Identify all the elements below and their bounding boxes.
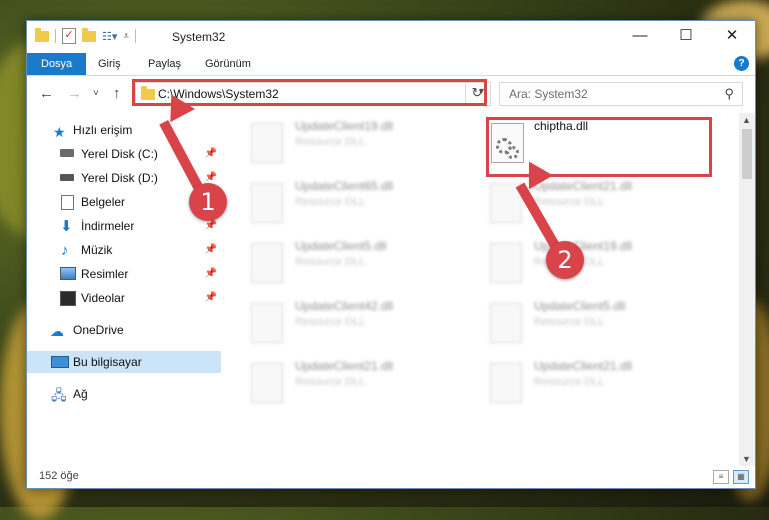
dll-file-icon [251,243,283,283]
network-icon: 🖧 [51,387,67,403]
sidebar-item-quick-access[interactable]: ★ Hızlı erişim [27,119,221,141]
dll-file-icon [490,243,522,283]
star-icon: ★ [53,124,66,140]
tab-share[interactable]: Paylaş [137,53,192,75]
annotation-badge-2: 2 [546,241,584,279]
sidebar-item-music[interactable]: ♪ Müzik 📌 [27,239,221,261]
list-item[interactable]: UpdateClient19.dll Resource DLL [486,237,701,293]
dll-file-icon [251,183,283,223]
window-title: System32 [172,30,226,44]
sidebar-item-pictures[interactable]: Resimler 📌 [27,263,221,285]
videos-icon [60,291,76,306]
pictures-icon [60,267,76,280]
scroll-up-icon[interactable]: ▲ [742,115,751,125]
properties-icon[interactable]: ✓ [62,28,76,44]
tab-view[interactable]: Görünüm [194,53,262,75]
sidebar-item-this-pc[interactable]: Bu bilgisayar [27,351,221,373]
view-switcher: ≡ ▦ [713,470,749,484]
pin-icon[interactable]: 📌 [205,287,217,309]
dll-file-icon [490,363,522,403]
list-item[interactable]: UpdateClient5.dll Resource DLL [486,297,701,353]
file-list: UpdateClient19.dll Resource DLL UpdateCl… [227,113,739,466]
sidebar-item-downloads[interactable]: ⬇ İndirmeler 📌 [27,215,221,237]
dll-file-icon [251,363,283,403]
drive-icon [60,149,74,157]
details-view-icon[interactable]: ≡ [713,470,729,484]
cloud-icon: ☁ [50,323,64,339]
minimize-button[interactable]: — [617,21,663,51]
download-icon: ⬇ [60,218,73,235]
sidebar-item-local-disk-c[interactable]: Yerel Disk (C:) 📌 [27,143,221,165]
computer-icon [51,356,69,368]
scrollbar-thumb[interactable] [742,129,752,179]
sidebar-item-network[interactable]: 🖧 Ağ [27,383,221,405]
drive-icon [60,174,74,181]
list-item[interactable]: UpdateClient5.dll Resource DLL [247,237,462,293]
new-folder-icon[interactable] [82,27,96,42]
list-item[interactable]: UpdateClient21.dll Resource DLL [247,357,462,413]
scroll-down-icon[interactable]: ▼ [742,454,751,464]
documents-icon [61,195,74,210]
dropdown-arrow-icon[interactable]: ⩡ [123,31,129,42]
customize-toolbar-icon[interactable]: ☷▾ [102,30,117,43]
search-input[interactable]: Ara: System32 ⚲ [499,82,743,106]
back-arrow-icon[interactable]: ← [39,85,54,102]
quick-access-toolbar: ✓ ☷▾ ⩡ [35,27,137,44]
music-icon: ♪ [61,242,69,259]
close-button[interactable]: ✕ [709,21,755,51]
sidebar-item-videos[interactable]: Videolar 📌 [27,287,221,309]
list-item[interactable]: UpdateClient21.dll Resource DLL [486,357,701,413]
dll-file-icon [251,303,283,343]
status-bar: 152 öğe ≡ ▦ [27,466,755,488]
large-icons-view-icon[interactable]: ▦ [733,470,749,484]
vertical-scrollbar[interactable]: ▲ ▼ [739,113,755,466]
folder-icon [35,27,49,42]
tab-file[interactable]: Dosya [27,53,87,75]
search-placeholder: Ara: System32 [509,87,588,101]
toolbar-separator [55,29,56,43]
ribbon-tabs: Dosya Giriş Paylaş Görünüm ? [27,53,755,76]
dll-file-icon [490,303,522,343]
navigation-pane: ★ Hızlı erişim Yerel Disk (C:) 📌 Yerel D… [27,113,223,466]
help-button[interactable]: ? [734,56,749,71]
sidebar-item-onedrive[interactable]: ☁ OneDrive [27,319,221,341]
list-item[interactable]: UpdateClient19.dll Resource DLL [247,117,462,173]
recent-locations-icon[interactable]: ˅ [93,88,99,99]
pin-icon[interactable]: 📌 [205,239,217,261]
pin-icon[interactable]: 📌 [205,263,217,285]
item-count: 152 öğe [39,470,79,482]
navigation-bar: ← → ˅ ↑ C:\Windows\System32 ▾ ↻ Ara: Sys… [27,76,755,112]
title-bar: ✓ ☷▾ ⩡ System32 — ☐ ✕ [27,21,755,53]
pin-icon[interactable]: 📌 [205,143,217,165]
tab-home[interactable]: Giriş [87,53,132,75]
list-item[interactable]: UpdateClient65.dll Resource DLL [247,177,462,233]
search-icon: ⚲ [724,86,734,101]
annotation-badge-1: 1 [189,183,227,221]
file-explorer-window: ✓ ☷▾ ⩡ System32 — ☐ ✕ Dosya Giriş Paylaş… [26,20,756,489]
up-arrow-icon[interactable]: ↑ [113,85,121,102]
dll-file-icon [251,123,283,163]
forward-arrow-icon[interactable]: → [67,85,82,102]
toolbar-separator [135,29,137,43]
list-item[interactable]: UpdateClient42.dll Resource DLL [247,297,462,353]
maximize-button[interactable]: ☐ [663,21,709,51]
